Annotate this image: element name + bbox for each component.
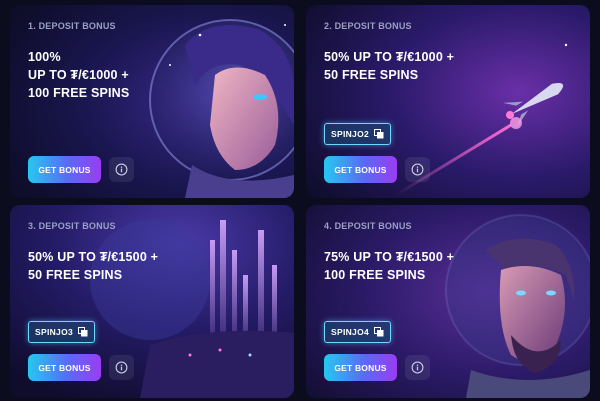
info-icon [115,163,128,176]
offer-title-line: 100 FREE SPINS [28,86,130,100]
info-icon [411,163,424,176]
offer-title: 50% UP TO ₮/€1500 + 50 FREE SPINS [28,248,158,284]
offer-title-line: 50% UP TO ₮/€1500 + [28,250,159,264]
offer-title-line: 100% [28,50,61,64]
offer-step-label: 2. DEPOSIT BONUS [324,21,412,31]
promo-code: SPINJO3 [35,327,74,337]
promo-code-copy-button[interactable]: SPINJO2 [324,123,392,145]
offer-title-line: UP TO ₮/€1000 + [28,68,129,82]
info-button[interactable] [405,355,430,380]
promo-code-copy-button[interactable]: SPINJO4 [324,321,392,343]
get-bonus-button[interactable]: GET BONUS [28,156,101,183]
offer-title: 75% UP TO ₮/€1500 + 100 FREE SPINS [324,248,454,284]
copy-icon [374,327,384,337]
offer-step-label: 1. DEPOSIT BONUS [28,21,116,31]
promo-code: SPINJO2 [331,129,370,139]
offer-step-label: 4. DEPOSIT BONUS [324,221,412,231]
deposit-bonus-card-2: 2. DEPOSIT BONUS 50% UP TO ₮/€1000 + 50 … [306,5,590,198]
offer-title-line: 100 FREE SPINS [324,268,426,282]
offer-title: 50% UP TO ₮/€1000 + 50 FREE SPINS [324,48,454,84]
deposit-bonus-card-4: 4. DEPOSIT BONUS 75% UP TO ₮/€1500 + 100… [306,205,590,398]
get-bonus-button[interactable]: GET BONUS [324,354,397,381]
info-icon [115,361,128,374]
offer-title-line: 75% UP TO ₮/€1500 + [324,250,455,264]
get-bonus-button[interactable]: GET BONUS [28,354,101,381]
offer-title-line: 50 FREE SPINS [28,268,123,282]
promo-code: SPINJO4 [331,327,370,337]
info-icon [411,361,424,374]
promo-code-copy-button[interactable]: SPINJO3 [28,321,96,343]
info-button[interactable] [109,157,134,182]
offer-title: 100% UP TO ₮/€1000 + 100 FREE SPINS [28,48,129,102]
copy-icon [78,327,88,337]
offer-title-line: 50 FREE SPINS [324,68,419,82]
info-button[interactable] [405,157,430,182]
info-button[interactable] [109,355,134,380]
get-bonus-button[interactable]: GET BONUS [324,156,397,183]
deposit-bonus-card-3: 3. DEPOSIT BONUS 50% UP TO ₮/€1500 + 50 … [10,205,294,398]
deposit-bonus-card-1: 1. DEPOSIT BONUS 100% UP TO ₮/€1000 + 10… [10,5,294,198]
offer-title-line: 50% UP TO ₮/€1000 + [324,50,455,64]
copy-icon [374,129,384,139]
offer-step-label: 3. DEPOSIT BONUS [28,221,116,231]
